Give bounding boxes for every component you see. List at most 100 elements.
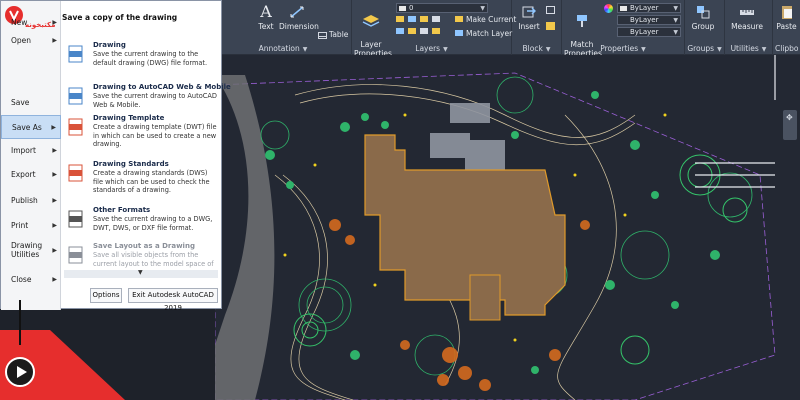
chevron-right-icon: ▶ — [52, 247, 57, 254]
layer-combo-value: 0 — [409, 4, 414, 12]
save-option-description: Save the current drawing to a DWG, DWT, … — [93, 215, 213, 232]
properties-group-title[interactable]: Properties ▼ — [562, 44, 684, 53]
save-option-other-formats[interactable]: Other Formats Save the current drawing to… — [64, 206, 218, 246]
color-combo[interactable]: ByLayer ▼ — [617, 3, 681, 13]
dimension-button-label: Dimension — [279, 22, 319, 31]
layer-color-swatch — [399, 6, 406, 11]
text-button-label: Text — [258, 22, 274, 31]
menu-item-print[interactable]: Print ▶ — [1, 214, 61, 238]
save-as-heading: Save a copy of the drawing — [62, 13, 178, 22]
building-entry — [469, 274, 501, 321]
ribbon-group-annotation: A Text Dimension Table Annotation ▼ — [215, 0, 352, 55]
table-button[interactable]: Table — [318, 30, 348, 39]
lineweight-combo-value: ByLayer — [630, 16, 659, 24]
save-option-title: Save Layout as a Drawing — [93, 242, 195, 250]
layer-lock-icon — [432, 16, 440, 22]
insert-button[interactable]: Insert — [516, 4, 542, 31]
layer-off-icon — [408, 16, 416, 22]
chevron-right-icon: ▶ — [52, 37, 57, 44]
menu-item-label: Close — [11, 275, 32, 284]
layers-group-title[interactable]: Layers ▼ — [352, 44, 511, 53]
ribbon-group-clipboard: Paste Clipbo — [773, 0, 800, 55]
layer-isolate-icon — [396, 16, 404, 22]
linetype-combo-value: ByLayer — [630, 28, 659, 36]
save-option-drawing[interactable]: Drawing Save the current drawing to the d… — [64, 41, 218, 81]
save-option-drawing-template[interactable]: Drawing Template Create a drawing templat… — [64, 114, 218, 154]
menu-item-label: Import — [11, 146, 36, 155]
dimension-button[interactable]: Dimension — [279, 4, 319, 31]
make-current-icon — [455, 16, 463, 22]
site-plan-drawing — [214, 55, 776, 400]
save-option-drawing-standards[interactable]: Drawing Standards Create a drawing standa… — [64, 160, 218, 200]
match-properties-icon — [577, 15, 587, 27]
menu-item-open[interactable]: Open ▶ — [1, 29, 61, 53]
lineweight-combo[interactable]: ByLayer ▼ — [617, 15, 681, 25]
utilities-group-title[interactable]: Utilities ▼ — [725, 44, 772, 53]
chevron-down-icon: ▼ — [673, 29, 678, 36]
menu-item-publish[interactable]: Publish ▶ — [1, 189, 61, 213]
group-icon — [697, 6, 710, 19]
measure-button-label: Measure — [731, 22, 763, 31]
menu-item-close[interactable]: Close ▶ — [1, 268, 61, 292]
play-icon — [17, 366, 27, 378]
table-button-label: Table — [329, 30, 349, 39]
menu-item-import[interactable]: Import ▶ — [1, 139, 61, 163]
groups-group-title[interactable]: Groups ▼ — [685, 44, 724, 53]
menu-item-label: New — [11, 18, 28, 27]
block-group-title[interactable]: Block ▼ — [512, 44, 561, 53]
save-option-description: Create a drawing standards (DWS) file wh… — [93, 169, 210, 195]
color-combo-value: ByLayer — [630, 4, 659, 12]
annotation-group-title[interactable]: Annotation ▼ — [215, 44, 351, 53]
color-wheel-icon — [604, 4, 613, 13]
layer-unisolate-icon — [396, 28, 404, 34]
make-current-button[interactable]: Make Current — [455, 15, 516, 24]
chevron-right-icon: ▶ — [51, 124, 56, 131]
ribbon-group-layers: Layer Properties 0 ▼ Make Current Match … — [352, 0, 516, 58]
table-icon — [318, 31, 327, 39]
menu-item-save[interactable]: Save — [1, 91, 61, 115]
ribbon: A Text Dimension Table Annotation ▼ Layer… — [215, 0, 800, 58]
dwt-template-icon — [67, 118, 85, 136]
save-option-title: Drawing to AutoCAD Web & Mobile — [93, 83, 231, 91]
play-button[interactable] — [5, 357, 35, 387]
video-overlay-corner — [0, 240, 215, 400]
insert-button-label: Insert — [518, 22, 540, 31]
pan-icon: ✥ — [786, 113, 793, 122]
drawing-canvas[interactable]: ✥ — [214, 55, 800, 400]
menu-item-save-as[interactable]: Save As ▶ — [1, 115, 61, 139]
save-option-description: Save the current drawing to the default … — [93, 50, 208, 67]
chevron-down-icon: ▼ — [673, 17, 678, 24]
match-layer-label: Match Layer — [466, 29, 513, 38]
menu-item-label: Save — [11, 98, 30, 107]
application-menu: مکتبخونه New ▶ Open ▶ Save Save As ▶ Import ▶ Exp… — [0, 0, 231, 312]
linetype-combo[interactable]: ByLayer ▼ — [617, 27, 681, 37]
layout-drawing-icon — [67, 246, 85, 264]
ribbon-group-properties: Match Properties ByLayer ▼ ByLayer ▼ ByL… — [562, 0, 685, 58]
options-scroll-arrow[interactable]: ▼ — [64, 269, 218, 278]
block-edit-icon[interactable] — [546, 22, 555, 30]
clipboard-group-title[interactable]: Clipbo — [773, 44, 800, 53]
menu-item-drawing-utilities[interactable]: Drawing Utilities ▶ — [1, 238, 61, 264]
measure-button[interactable]: Measure — [727, 4, 767, 31]
chevron-right-icon: ▶ — [52, 222, 57, 229]
paste-button[interactable]: Paste — [773, 4, 800, 31]
navigation-bar[interactable]: ✥ — [783, 110, 797, 140]
group-button[interactable]: Group — [690, 4, 716, 31]
insert-icon — [522, 6, 536, 18]
match-layer-icon — [455, 30, 463, 36]
menu-item-export[interactable]: Export ▶ — [1, 163, 61, 187]
match-layer-button[interactable]: Match Layer — [455, 29, 512, 38]
dws-standards-icon — [67, 164, 85, 182]
chevron-right-icon: ▶ — [52, 276, 57, 283]
menu-item-label: Publish — [11, 196, 38, 205]
menu-item-label: Drawing Utilities — [11, 241, 43, 259]
paste-icon — [781, 6, 792, 19]
paste-button-label: Paste — [776, 22, 797, 31]
autocad-window: A Text Dimension Table Annotation ▼ Layer… — [0, 0, 800, 400]
layer-freeze-icon — [420, 16, 428, 22]
layer-combo[interactable]: 0 ▼ — [396, 3, 488, 13]
block-tool-icon[interactable] — [546, 6, 555, 14]
menu-left-column: مکتبخونه New ▶ Open ▶ Save Save As ▶ Import ▶ Exp… — [1, 1, 61, 310]
text-button[interactable]: A Text — [253, 4, 279, 32]
dwg-file-icon — [67, 45, 85, 63]
